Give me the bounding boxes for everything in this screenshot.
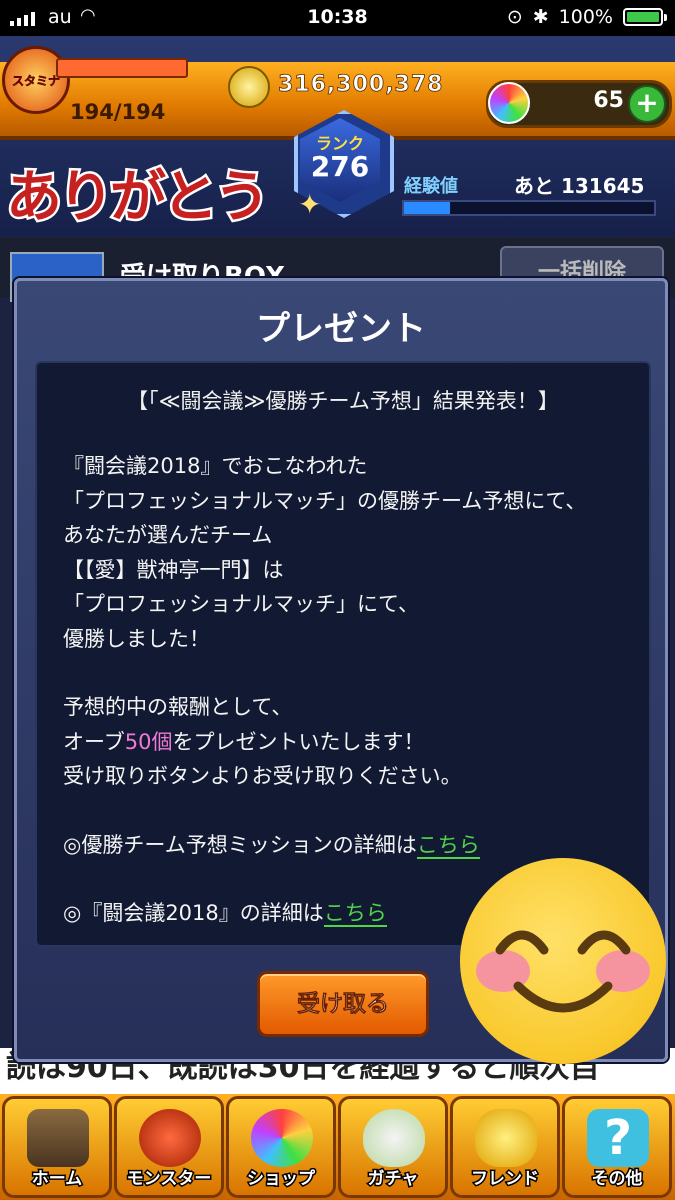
nav-monster[interactable]: モンスター xyxy=(114,1096,224,1198)
nav-friend[interactable]: フレンド xyxy=(450,1096,560,1198)
message-line: あなたが選んだチーム xyxy=(63,523,273,547)
orb-icon xyxy=(488,82,530,124)
mission-details-line: ◎優勝チーム予想ミッションの詳細はこちら xyxy=(63,828,639,863)
nav-gacha-label: ガチャ xyxy=(366,1168,420,1191)
message-fragment: オーブ xyxy=(63,729,125,754)
rank-value: 276 xyxy=(310,150,370,183)
stamina-value: 194/194 xyxy=(70,100,166,124)
nav-friend-label: フレンド xyxy=(470,1168,541,1191)
mission-details-link[interactable]: こちら xyxy=(416,832,480,859)
exp-remaining: あと 131645 xyxy=(514,174,645,198)
friend-balloons-icon xyxy=(475,1109,537,1167)
bottom-nav: ホーム モンスター ショップ ガチャ フレンド ? その他 xyxy=(0,1094,675,1200)
message-line: 「プロフェッショナルマッチ」にて、 xyxy=(63,592,419,616)
gold-amount: 316,300,378 xyxy=(278,72,444,98)
message-fragment: ◎優勝チーム予想ミッションの詳細は xyxy=(63,832,417,857)
message-headline: 【「≪闘会議≫優勝チーム予想」結果発表！】 xyxy=(127,389,559,413)
smiley-face-icon xyxy=(460,858,666,1064)
event-details-link[interactable]: こちら xyxy=(323,901,387,927)
lock-rotation-icon: ⊙ xyxy=(506,6,523,28)
exp-label: 経験値 xyxy=(404,176,458,197)
nav-other-label: その他 xyxy=(590,1168,644,1191)
add-orbs-button[interactable]: + xyxy=(628,85,666,123)
orb-reward-amount: 50個 xyxy=(124,729,173,754)
message-line: 予想的中の報酬として、 xyxy=(63,695,293,719)
monster-icon xyxy=(139,1109,201,1167)
status-bar: au ◠ 10:38 ⊙ ✱ 100% xyxy=(0,0,675,36)
gold-coin-icon xyxy=(228,66,270,108)
stamina-bar xyxy=(56,58,188,78)
exp-bar-fill xyxy=(404,202,450,214)
message-line: 【【愛】獣神亭一門】は xyxy=(63,557,284,582)
nav-other[interactable]: ? その他 xyxy=(562,1096,672,1198)
nav-shop-label: ショップ xyxy=(246,1168,317,1191)
smiley-features xyxy=(495,930,631,1013)
home-gate-icon xyxy=(27,1109,89,1167)
orb-count: 65 xyxy=(593,88,624,113)
nav-monster-label: モンスター xyxy=(125,1168,213,1191)
dialog-title: プレゼント xyxy=(256,309,426,349)
message-fragment: ◎『闘会議2018』の詳細は xyxy=(63,901,324,925)
question-mark-icon: ? xyxy=(587,1109,649,1167)
nav-home[interactable]: ホーム xyxy=(2,1096,112,1198)
stamina-icon: スタミナ xyxy=(2,46,70,114)
message-line: 『闘会議2018』でおこなわれた xyxy=(63,454,368,478)
orb-shop-icon xyxy=(251,1109,313,1167)
receive-button[interactable]: 受け取る xyxy=(257,971,429,1037)
thanks-sticker-text: ありがとう xyxy=(4,163,273,233)
nav-gacha[interactable]: ガチャ xyxy=(338,1096,448,1198)
bluetooth-icon: ✱ xyxy=(532,6,549,28)
nav-shop[interactable]: ショップ xyxy=(226,1096,336,1198)
egg-icon xyxy=(363,1109,425,1167)
battery-icon xyxy=(623,8,667,26)
message-line: オーブ50個をプレゼントいたします！ xyxy=(63,725,639,760)
nav-home-label: ホーム xyxy=(30,1168,84,1191)
battery-percent: 100% xyxy=(558,6,613,28)
sparkle-icon: ✦ xyxy=(298,188,322,221)
message-fragment: をプレゼントいたします！ xyxy=(172,729,425,754)
message-line: 優勝しました！ xyxy=(63,626,210,651)
message-line: 受け取りボタンよりお受け取りください。 xyxy=(63,764,462,788)
message-line: 「プロフェッショナルマッチ」の優勝チーム予想にて、 xyxy=(63,488,587,513)
